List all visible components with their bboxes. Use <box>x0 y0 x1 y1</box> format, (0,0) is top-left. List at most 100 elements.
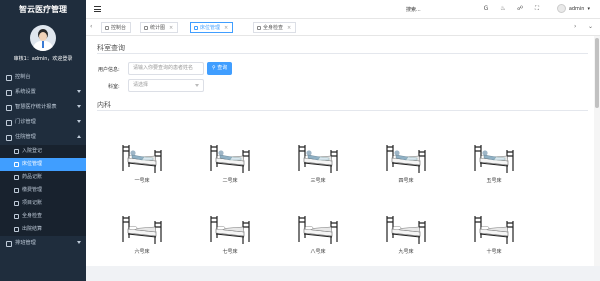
app-title: 智云医疗管理 <box>0 0 86 19</box>
occupied-bed-icon <box>467 141 521 175</box>
github-icon[interactable]: G <box>482 5 490 13</box>
sidebar-subitem-label: 入院登记 <box>22 148 43 154</box>
tab-statistics[interactable]: 统计图 × <box>140 22 179 33</box>
chevron-down-icon <box>77 241 81 244</box>
chevron-left-icon[interactable]: ‹ <box>90 23 92 30</box>
tab-dashboard[interactable]: 控制台 <box>101 22 132 33</box>
bed-card[interactable]: 八号床 <box>291 212 345 255</box>
list-icon <box>14 201 19 206</box>
bed-label: 十号床 <box>486 249 502 255</box>
bed-card[interactable]: 五号床 <box>467 141 521 184</box>
user-menu[interactable]: admin ▾ <box>556 4 590 13</box>
chevron-right-icon[interactable]: › <box>574 23 576 30</box>
sidebar-subitem-label: 缴费管理 <box>22 187 43 193</box>
sidebar-item-statistics[interactable]: 智慧医疗统计报表 <box>0 100 86 115</box>
bed-label: 七号床 <box>222 249 238 255</box>
hamburger-icon[interactable] <box>94 6 101 12</box>
bed-card[interactable]: 十号床 <box>467 212 521 255</box>
sidebar-subitem-label: 出院结算 <box>22 226 43 232</box>
sidebar-subitem-label: 床位管理 <box>22 161 43 167</box>
tab-label: 床位管理 <box>200 24 221 31</box>
empty-bed-icon <box>115 212 169 246</box>
empty-bed-icon <box>379 212 433 246</box>
search-button-label: 查询 <box>217 65 228 71</box>
discharge-icon <box>14 227 19 232</box>
main-content: 科室查询 用户信息: 请输入你要查询的患者姓名 ⚲ 查询 科室: 请选择 内科 … <box>86 36 600 281</box>
sidebar-item-label: 住院管理 <box>15 134 36 140</box>
close-icon[interactable]: × <box>287 23 291 33</box>
app-root: 智云医疗管理 审核1：admin，欢迎登录 控制台 系统设置 智慧医疗统计报表 <box>0 0 600 281</box>
lock-icon[interactable]: ☍ <box>516 5 524 13</box>
bed-label: 六号床 <box>134 249 150 255</box>
admission-icon <box>14 149 19 154</box>
bed-label: 三号床 <box>310 178 326 184</box>
tab-full-check[interactable]: 全身检查 × <box>253 22 297 33</box>
sidebar-subitem-admission[interactable]: 入院登记 <box>0 145 86 158</box>
pill-icon <box>14 175 19 180</box>
bed-card[interactable]: 六号床 <box>115 212 169 255</box>
bed-card[interactable]: 七号床 <box>203 212 257 255</box>
bed-card[interactable]: 四号床 <box>379 141 433 184</box>
fullscreen-icon[interactable]: ⛶ <box>533 5 541 13</box>
chevron-down-icon: ▾ <box>587 5 590 12</box>
bed-card[interactable]: 二号床 <box>203 141 257 184</box>
sidebar-subitem-bed-management[interactable]: 床位管理 <box>0 158 86 171</box>
top-header: 搜索... G ♨ ☍ ⛶ admin ▾ <box>86 0 600 19</box>
chevron-down-icon[interactable]: ⌄ <box>588 23 593 30</box>
sidebar-subitem-full-check[interactable]: 全身检查 <box>0 210 86 223</box>
occupied-bed-icon <box>203 141 257 175</box>
header-search[interactable]: 搜索... <box>406 6 421 13</box>
hospital-icon <box>6 134 12 141</box>
avatar[interactable] <box>30 25 56 51</box>
bed-label: 二号床 <box>222 178 238 184</box>
close-icon[interactable]: × <box>169 23 173 33</box>
sidebar-item-dashboard[interactable]: 控制台 <box>0 70 86 85</box>
chart-icon <box>144 25 148 30</box>
sidebar-item-inpatient[interactable]: 住院管理 <box>0 130 86 145</box>
department-select[interactable]: 请选择 <box>128 79 204 92</box>
department-label: 科室: <box>108 84 120 90</box>
empty-bed-icon <box>291 212 345 246</box>
search-button[interactable]: ⚲ 查询 <box>207 62 233 75</box>
bed-label: 八号床 <box>310 249 326 255</box>
close-icon[interactable]: × <box>224 23 228 33</box>
sidebar-subitem-item-billing[interactable]: 项目记账 <box>0 197 86 210</box>
occupied-bed-icon <box>115 141 169 175</box>
sidebar-item-label: 系统设置 <box>15 89 36 95</box>
sidebar-submenu-inpatient: 入院登记 床位管理 药品记账 缴费管理 项目记账 全身检查 出院结算 <box>0 145 86 236</box>
divider <box>97 110 588 111</box>
bed-label: 四号床 <box>398 178 414 184</box>
bed-card[interactable]: 三号床 <box>291 141 345 184</box>
checkup-icon <box>14 214 19 219</box>
vertical-scrollbar[interactable] <box>594 36 600 266</box>
user-info-label: 用户信息: <box>98 67 120 73</box>
department-title: 内科 <box>97 101 111 109</box>
sidebar-subitem-payment[interactable]: 缴费管理 <box>0 184 86 197</box>
bed-icon <box>194 25 198 30</box>
sidebar-item-scheduling[interactable]: 排班管理 <box>0 236 86 251</box>
tab-label: 控制台 <box>111 24 127 31</box>
sidebar-item-label: 门诊管理 <box>15 119 36 125</box>
sidebar-subitem-discharge[interactable]: 出院结算 <box>0 223 86 236</box>
dashboard-icon <box>6 74 12 81</box>
user-greeting: 审核1：admin，欢迎登录 <box>13 56 73 62</box>
sidebar-item-outpatient[interactable]: 门诊管理 <box>0 115 86 130</box>
search-icon: ⚲ <box>212 65 216 71</box>
clinic-icon <box>6 119 12 126</box>
sidebar-item-label: 智慧医疗统计报表 <box>15 104 57 110</box>
bed-label: 五号床 <box>486 178 502 184</box>
sidebar-item-system-settings[interactable]: 系统设置 <box>0 85 86 100</box>
chevron-down-icon <box>77 120 81 123</box>
department-select-value: 请选择 <box>133 82 149 88</box>
sidebar-subitem-drug-billing[interactable]: 药品记账 <box>0 171 86 184</box>
bell-icon[interactable]: ♨ <box>499 5 507 13</box>
settings-icon <box>6 89 12 96</box>
patient-search-input[interactable]: 请输入你要查询的患者姓名 <box>128 62 204 75</box>
bed-card[interactable]: 一号床 <box>115 141 169 184</box>
header-icons: G ♨ ☍ ⛶ <box>482 5 541 13</box>
bed-card[interactable]: 九号床 <box>379 212 433 255</box>
bed-icon <box>14 162 19 167</box>
chevron-down-icon <box>195 84 199 87</box>
tab-bed-management[interactable]: 床位管理 × <box>190 22 234 33</box>
report-icon <box>6 104 12 111</box>
